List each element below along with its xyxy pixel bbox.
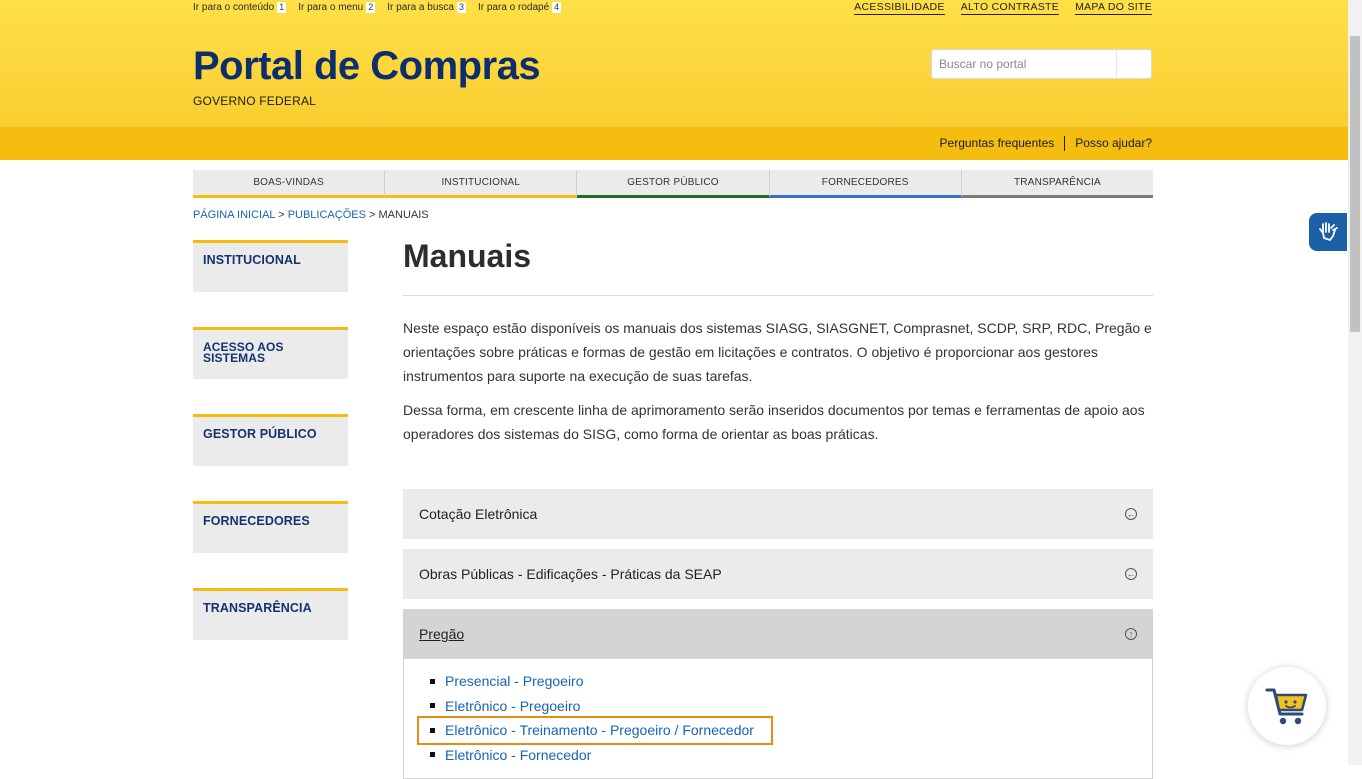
help-link[interactable]: Posso ajudar? [1075, 136, 1152, 151]
expand-icon: ← [1125, 508, 1137, 520]
utility-links: ACESSIBILIDADE ALTO CONTRASTE MAPA DO SI… [854, 1, 1152, 15]
collapse-icon: ↑ [1125, 628, 1137, 640]
site-title[interactable]: Portal de Compras [193, 44, 541, 89]
nav-boas-vindas[interactable]: BOAS-VINDAS [193, 170, 386, 198]
sign-language-button[interactable] [1309, 213, 1347, 251]
divider [1064, 136, 1066, 151]
header: Ir para o conteúdo 1 Ir para o menu 2 Ir p… [0, 0, 1348, 127]
intro-text: Neste espaço estão disponíveis os manuai… [403, 316, 1155, 456]
help-links: Perguntas frequentes Posso ajudar? [940, 136, 1152, 151]
accordion-obras-publicas[interactable]: Obras Públicas - Edificações - Práticas … [403, 549, 1153, 599]
divider [403, 295, 1153, 296]
manuals-accordion: Cotação Eletrônica ← Obras Públicas - Ed… [403, 489, 1153, 779]
intro-paragraph: Neste espaço estão disponíveis os manuai… [403, 320, 1152, 384]
skip-links: Ir para o conteúdo 1 Ir para o menu 2 Ir p… [193, 2, 562, 13]
nav-fornecedores[interactable]: FORNECEDORES [769, 170, 962, 198]
skip-link-menu[interactable]: Ir para o menu 2 [298, 2, 376, 13]
shopping-cart-button[interactable] [1248, 667, 1326, 745]
site-subtitle: GOVERNO FEDERAL [193, 94, 317, 108]
accordion-cotacao-eletronica[interactable]: Cotação Eletrônica ← [403, 489, 1153, 539]
nav-gestor-publico[interactable]: GESTOR PÚBLICO [577, 170, 770, 198]
sidebar-item-fornecedores[interactable]: FORNECEDORES [193, 501, 348, 553]
breadcrumb-publicacoes[interactable]: PUBLICAÇÕES [288, 209, 366, 221]
main-nav: BOAS-VINDAS INSTITUCIONAL GESTOR PÚBLICO… [193, 170, 1154, 198]
breadcrumb: PÁGINA INICIAL > PUBLICAÇÕES > MANUAIS [193, 209, 429, 221]
accessibility-link[interactable]: ACESSIBILIDADE [854, 1, 945, 15]
manual-link[interactable]: Eletrônico - Pregoeiro [430, 694, 1152, 719]
accordion-pregao-content: Presencial - Pregoeiro Eletrônico - Preg… [403, 659, 1153, 779]
manual-link[interactable]: Presencial - Pregoeiro [430, 669, 1152, 694]
breadcrumb-home[interactable]: PÁGINA INICIAL [193, 209, 275, 221]
breadcrumb-current: MANUAIS [378, 209, 429, 221]
manual-link-highlighted[interactable]: Eletrônico - Treinamento - Pregoeiro / F… [417, 716, 773, 745]
page-title: Manuais [403, 238, 532, 274]
accordion-pregao[interactable]: Pregão ↑ [403, 609, 1153, 659]
nav-institucional[interactable]: INSTITUCIONAL [385, 170, 578, 198]
skip-link-search[interactable]: Ir para a busca 3 [387, 2, 466, 13]
expand-icon: ← [1125, 568, 1137, 580]
high-contrast-link[interactable]: ALTO CONTRASTE [960, 1, 1060, 15]
nav-transparencia[interactable]: TRANSPARÊNCIA [961, 170, 1154, 198]
sidebar-item-transparencia[interactable]: TRANSPARÊNCIA [193, 588, 348, 640]
sitemap-link[interactable]: MAPA DO SITE [1075, 1, 1152, 15]
sidebar: INSTITUCIONAL ACESSO AOS SISTEMAS GESTOR… [193, 240, 348, 675]
sidebar-item-acesso-aos-sistemas[interactable]: ACESSO AOS SISTEMAS [193, 327, 348, 379]
search-input[interactable] [932, 50, 1117, 78]
intro-paragraph: Dessa forma, em crescente linha de aprim… [403, 402, 1145, 442]
shopping-cart-icon [1265, 688, 1308, 725]
sidebar-item-gestor-publico[interactable]: GESTOR PÚBLICO [193, 414, 348, 466]
search-button[interactable] [1117, 50, 1151, 78]
skip-link-content[interactable]: Ir para o conteúdo 1 [193, 2, 287, 13]
manual-link[interactable]: Eletrônico - Fornecedor [430, 743, 1152, 768]
hands-icon [1319, 222, 1338, 241]
search-box [931, 49, 1152, 79]
scrollbar-thumb[interactable] [1350, 36, 1360, 332]
sidebar-item-institucional[interactable]: INSTITUCIONAL [193, 240, 348, 292]
header-band: Perguntas frequentes Posso ajudar? [0, 127, 1348, 160]
skip-link-footer[interactable]: Ir para o rodapé 4 [478, 2, 562, 13]
faq-link[interactable]: Perguntas frequentes [940, 136, 1055, 151]
